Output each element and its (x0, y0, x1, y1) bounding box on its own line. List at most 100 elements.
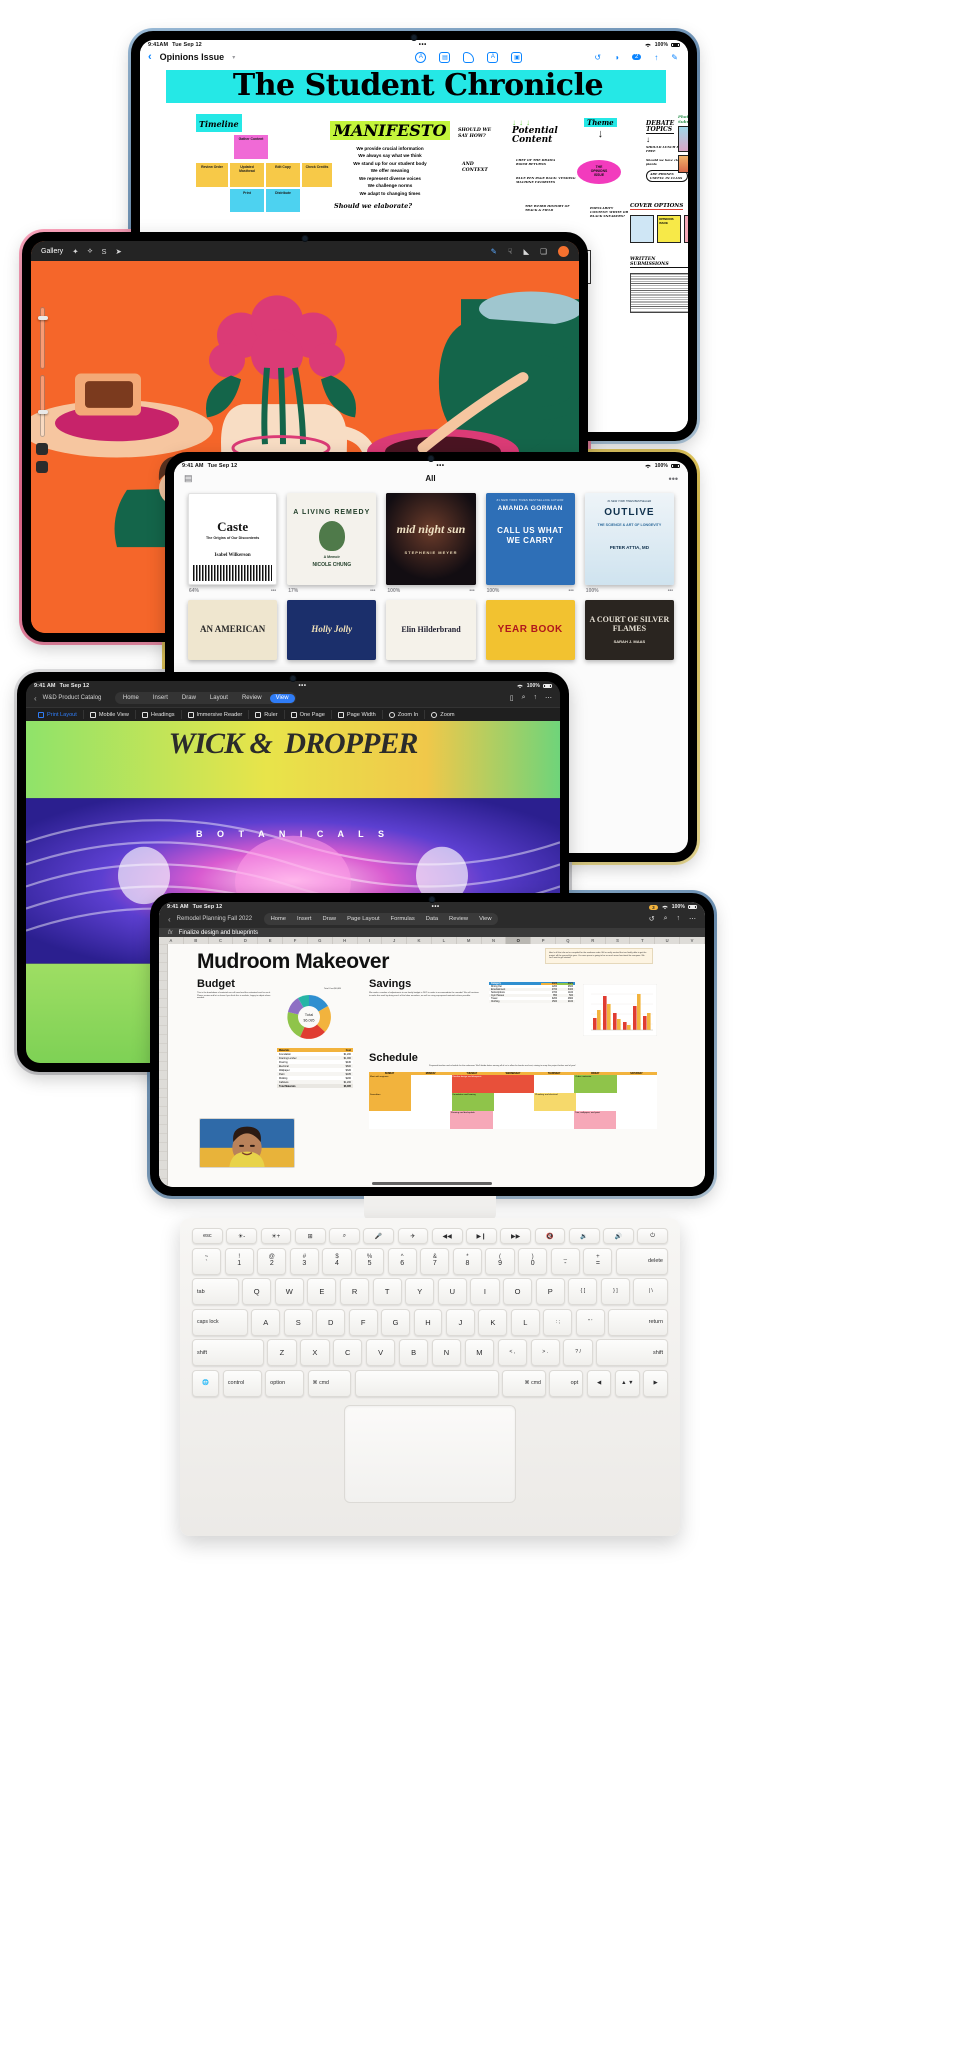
key-space[interactable] (354, 1369, 499, 1397)
key-s[interactable]: S (283, 1308, 313, 1336)
paint-brush-icon[interactable]: ✎ (491, 247, 497, 256)
schedule-table[interactable]: SUNDAY MONDAY TUESDAY WEDNESDAY THURSDAY… (369, 1072, 658, 1129)
book-item[interactable]: Elin Hilderbrand (386, 600, 476, 660)
sticky-note[interactable]: Edit Copy (266, 163, 300, 187)
key-5[interactable]: % 5 (355, 1247, 385, 1275)
key-command-left[interactable]: ⌘ cmd (307, 1369, 352, 1397)
command-print-layout[interactable]: Print Layout (32, 710, 84, 719)
col-O[interactable]: O (506, 937, 532, 944)
key-shift-left[interactable]: shift (192, 1339, 264, 1366)
key-arrow-left-icon[interactable]: ◀ (586, 1369, 612, 1397)
file-name[interactable]: Remodel Planning Fall 2022 (177, 916, 252, 922)
col-V[interactable]: V (680, 937, 705, 944)
key-arrow-up-down-icon[interactable]: ▲ ▼ (614, 1369, 640, 1397)
key-dictation-icon[interactable]: 🎤 (363, 1228, 394, 1244)
key-h[interactable]: H (413, 1308, 443, 1336)
sticky-note[interactable]: Gather Content (234, 135, 268, 159)
book-item[interactable]: #1 NEW YORK TIMES BESTSELLING AUTHOR AMA… (485, 493, 575, 594)
key-v[interactable]: V (365, 1339, 396, 1366)
adjustments-icon[interactable]: ✦ (72, 247, 78, 256)
table-row[interactable]: Framing Lumber $1,000 (277, 1056, 353, 1060)
share-icon[interactable]: ↑ (534, 694, 538, 702)
brush-size-slider[interactable] (38, 307, 48, 369)
sticky-note[interactable]: Print (230, 189, 264, 212)
key-backtick[interactable]: ~ ` (192, 1247, 222, 1275)
book-item[interactable]: YEAR BOOK (485, 600, 575, 660)
back-icon[interactable]: ‹ (34, 694, 37, 703)
col-R[interactable]: R (581, 937, 606, 944)
formula-bar[interactable]: fx Finalize design and blueprints (159, 928, 705, 937)
book-more-icon[interactable]: ••• (469, 588, 474, 594)
key-r[interactable]: R (339, 1278, 370, 1305)
key-w[interactable]: W (274, 1278, 304, 1305)
trackpad[interactable] (344, 1404, 516, 1503)
text-box-icon[interactable]: A (487, 51, 499, 63)
multitasking-handle-icon[interactable]: ••• (298, 683, 306, 689)
key-mission-control-icon[interactable]: ⊞ (294, 1228, 326, 1244)
selection-icon[interactable]: ⟡ (87, 246, 92, 256)
key-comma[interactable]: < , (497, 1339, 527, 1366)
key-1[interactable]: ! 1 (224, 1247, 254, 1275)
back-button[interactable]: ‹ (148, 51, 152, 63)
key-caps-lock[interactable]: caps lock (192, 1308, 248, 1336)
modify-button[interactable] (36, 443, 48, 455)
key-tab[interactable]: tab (192, 1278, 239, 1305)
schedule-row[interactable]: Flooring and backsplash Trim, wallpaper,… (369, 1111, 658, 1129)
table-row[interactable]: Wallpaper $320 (277, 1068, 353, 1072)
table-row[interactable]: Flooring $430 (277, 1060, 353, 1064)
book-item[interactable]: Holly Jolly (287, 600, 377, 660)
key-i[interactable]: I (470, 1278, 500, 1305)
key-do-not-disturb-icon[interactable]: ✈ (397, 1228, 429, 1244)
key-g[interactable]: G (381, 1308, 411, 1336)
formula-value[interactable]: Finalize design and blueprints (179, 930, 258, 936)
book-item[interactable]: A LIVING REMEDY A Memoir NICOLE CHUNG 17… (287, 493, 377, 594)
key-slash[interactable]: ? / (563, 1339, 593, 1366)
share-icon[interactable]: ↑ (677, 915, 681, 923)
command-zoom-in[interactable]: Zoom In (383, 710, 426, 719)
multitasking-handle-icon[interactable]: ••• (436, 463, 444, 469)
col-D[interactable]: D (233, 937, 259, 944)
key-arrow-right-icon[interactable]: ▶ (643, 1369, 668, 1397)
command-ruler[interactable]: Ruler (249, 710, 285, 719)
key-j[interactable]: J (445, 1308, 475, 1336)
title-chevron-down-icon[interactable]: ▾ (232, 54, 235, 61)
col-S[interactable]: S (606, 937, 631, 944)
book-more-icon[interactable]: ••• (569, 588, 574, 594)
cover-option[interactable] (630, 215, 654, 243)
active-color-swatch[interactable] (558, 245, 569, 257)
col-T[interactable]: T (630, 937, 656, 944)
sidebar-icon[interactable]: ▤ (184, 473, 193, 484)
gallery-button[interactable]: Gallery (41, 248, 63, 255)
cover-option[interactable] (684, 215, 688, 243)
table-row[interactable]: Paint $185 (277, 1072, 353, 1076)
col-K[interactable]: K (407, 937, 432, 944)
schedule-row[interactable]: Demolition Foundation and framing Plumbi… (369, 1093, 657, 1111)
key-bracket-left[interactable]: { [ (568, 1278, 598, 1305)
key-3[interactable]: #3 (289, 1247, 319, 1275)
mindmap-center-node[interactable]: THE OPINIONS ISSUE (577, 160, 621, 184)
key-spotlight-search-icon[interactable]: ⌕ (329, 1228, 360, 1244)
col-Q[interactable]: Q (556, 937, 581, 944)
key-f[interactable]: F (348, 1308, 378, 1336)
key-previous-track-icon[interactable]: ◀◀ (431, 1228, 463, 1244)
table-row[interactable]: Cabinets $1,200 (277, 1080, 353, 1084)
spreadsheet-canvas[interactable]: Mudroom Makeover Here's all the info we'… (159, 944, 705, 1187)
tab-layout[interactable]: Layout (204, 694, 234, 703)
more-icon[interactable]: ⋯ (689, 915, 696, 923)
search-icon[interactable]: ⌕ (664, 915, 668, 923)
key-shift-right[interactable]: shift (596, 1339, 669, 1366)
tab-data[interactable]: Data (421, 915, 443, 924)
collaborate-icon[interactable]: ◑ (614, 53, 619, 62)
key-a[interactable]: A (251, 1308, 281, 1336)
sticky-note[interactable]: Review Order (196, 163, 228, 187)
col-C[interactable]: C (209, 937, 234, 944)
key-o[interactable]: O (503, 1278, 533, 1305)
key-brightness-down-icon[interactable]: ☀- (226, 1228, 257, 1244)
book-item[interactable]: mid night sun STEPHENIE MEYER 100% ••• (386, 493, 476, 594)
key-q[interactable]: Q (242, 1278, 272, 1305)
key-9[interactable]: (9 (485, 1247, 515, 1275)
book-item[interactable]: #1 NEW YORK TIMES BESTSELLER OUTLIVE THE… (584, 493, 674, 594)
budget-pie-chart[interactable]: Total Cost $6,085 Total $6,085 (277, 988, 341, 1050)
search-icon[interactable]: ⌕ (522, 694, 526, 702)
multitasking-handle-icon[interactable]: ••• (419, 42, 427, 48)
